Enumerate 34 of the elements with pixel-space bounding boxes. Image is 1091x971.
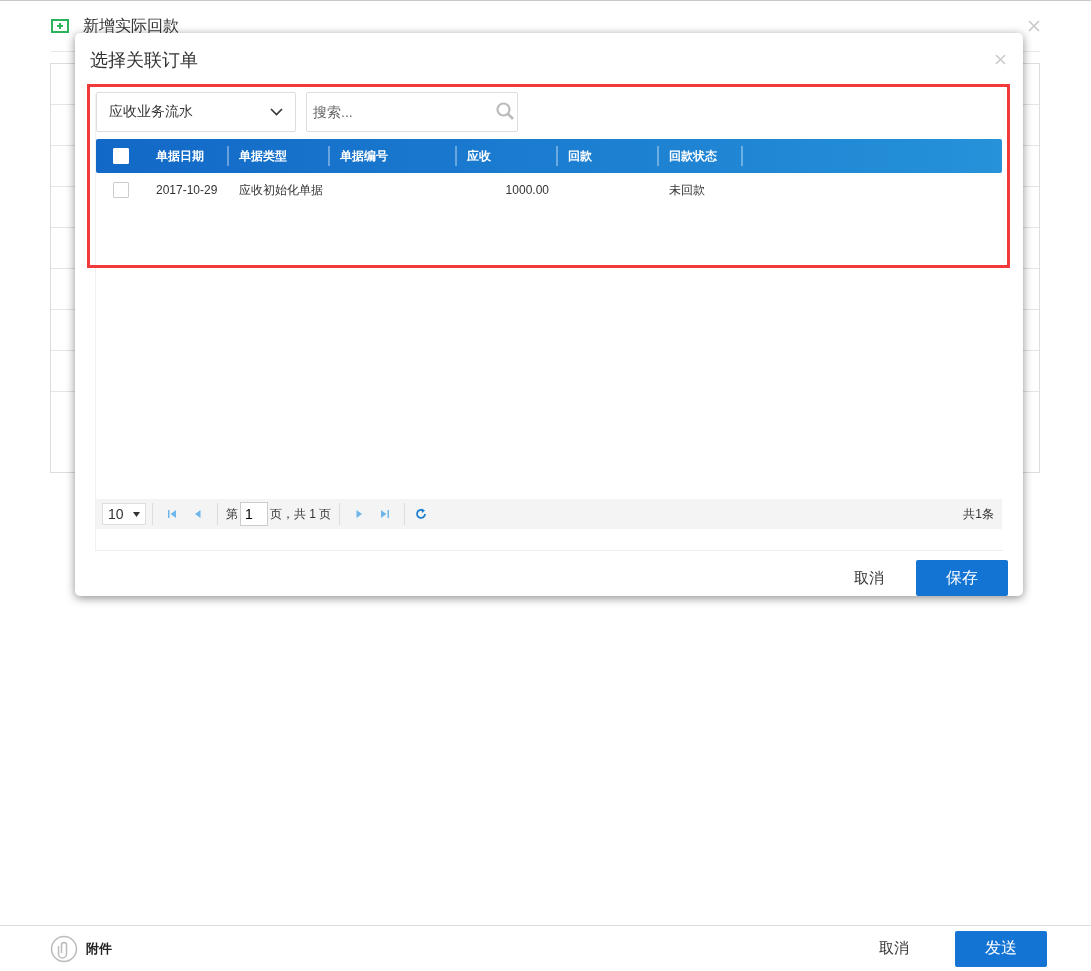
cancel-button[interactable]: 取消 [865, 931, 923, 966]
page-size-dropdown[interactable]: 10 [102, 503, 146, 525]
caret-icon [133, 511, 140, 517]
row-checkbox[interactable] [113, 182, 129, 199]
page-label: 第 [226, 505, 238, 523]
column-header[interactable]: 回款 [568, 147, 592, 165]
column-header[interactable]: 回款状态 [669, 147, 717, 165]
page-input[interactable]: 1 [240, 502, 268, 526]
column-header[interactable]: 单据编号 [340, 147, 388, 165]
search-field[interactable]: 搜索... [306, 92, 518, 133]
paperclip-icon[interactable] [50, 934, 78, 963]
table-cell: 1000.00 [505, 183, 549, 198]
table-cell: 2017-10-29 [156, 183, 218, 198]
column-header[interactable]: 应收 [467, 147, 491, 165]
cancel-button[interactable]: 取消 [840, 560, 898, 596]
refresh-icon[interactable] [414, 507, 429, 521]
column-header[interactable]: 单据日期 [156, 147, 204, 165]
table-cell: 应收初始化单据 [239, 182, 323, 197]
close-icon[interactable] [995, 54, 1006, 66]
select-all-checkbox[interactable] [113, 148, 129, 165]
filter-dropdown[interactable]: 应收业务流水 [96, 92, 296, 133]
column-header[interactable]: 单据类型 [239, 147, 287, 165]
attachment-label[interactable]: 附件 [86, 939, 112, 958]
chevron-down-icon [270, 108, 283, 117]
add-card-icon [51, 19, 69, 33]
table-cell: 未回款 [669, 182, 705, 197]
search-icon[interactable] [496, 102, 514, 121]
close-icon[interactable] [1028, 20, 1040, 32]
dialog-title: 选择关联订单 [90, 48, 198, 72]
save-button[interactable]: 保存 [916, 560, 1008, 596]
dialog-title: 新增实际回款 [83, 15, 179, 36]
total-count: 共1条 [963, 505, 995, 523]
send-button[interactable]: 发送 [955, 930, 1047, 967]
page-label: 页，共 1 页 [270, 505, 332, 523]
